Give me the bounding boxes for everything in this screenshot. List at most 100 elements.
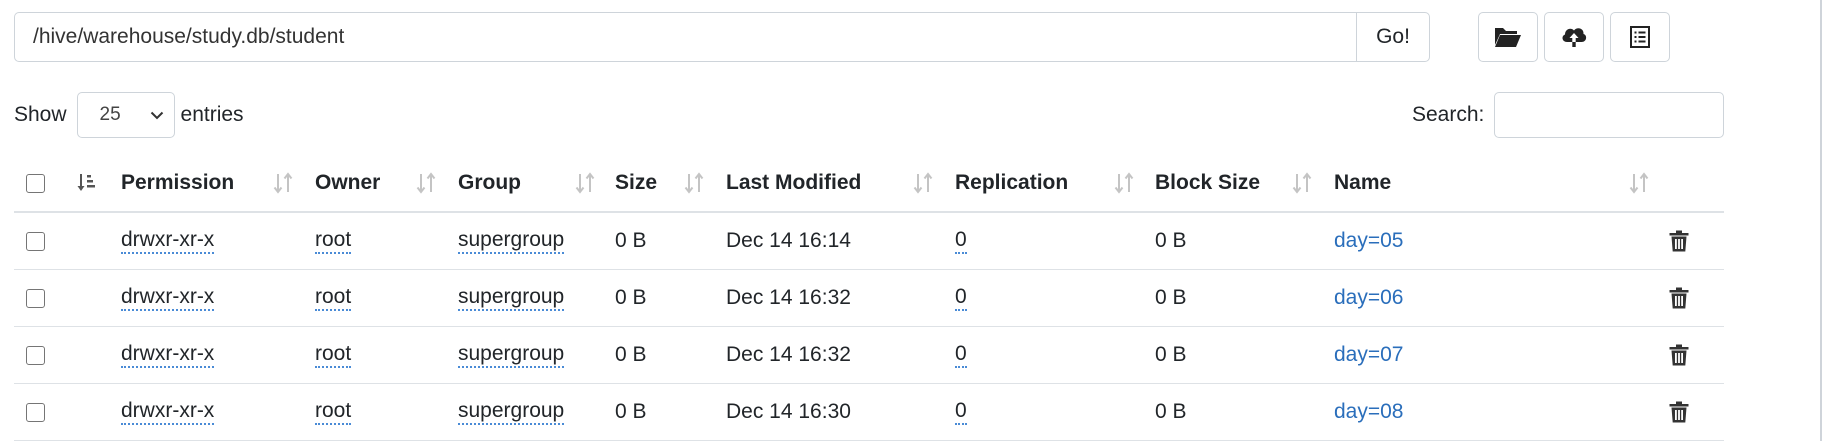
delete-cell [1669, 270, 1689, 326]
last-modified-cell: Dec 14 16:30 [726, 400, 851, 423]
directory-name-link[interactable]: day=08 [1334, 400, 1403, 424]
table-row: drwxr-xr-x root supergroup 0 B Dec 14 16… [14, 327, 1724, 384]
sort-both-icon [1292, 172, 1312, 194]
sort-icon[interactable] [574, 155, 596, 211]
sort-icon[interactable] [272, 155, 294, 211]
replication-link[interactable]: 0 [955, 228, 967, 254]
sort-icon[interactable] [1628, 155, 1650, 211]
row-checkbox-cell [26, 213, 45, 269]
column-header-owner[interactable]: Owner [315, 155, 380, 211]
block-size-cell: 0 B [1155, 229, 1187, 252]
owner-cell: root [315, 384, 352, 440]
owner-link[interactable]: root [315, 285, 352, 311]
permission-cell: drwxr-xr-x [121, 213, 215, 269]
trash-icon[interactable] [1669, 230, 1689, 252]
permission-link[interactable]: drwxr-xr-x [121, 285, 215, 311]
entries-select[interactable]: 25 [76, 92, 175, 138]
trash-icon[interactable] [1669, 287, 1689, 309]
select-all-checkbox[interactable] [26, 173, 45, 193]
search-input[interactable] [1494, 92, 1725, 138]
sort-icon[interactable] [683, 155, 705, 211]
sort-both-icon [1629, 172, 1649, 194]
create-directory-button[interactable] [1478, 12, 1538, 62]
sort-both-icon [273, 172, 293, 194]
row-checkbox[interactable] [26, 402, 45, 422]
permission-link[interactable]: drwxr-xr-x [121, 399, 215, 425]
column-header-size[interactable]: Size [615, 155, 657, 211]
replication-link[interactable]: 0 [955, 285, 967, 311]
directory-name-link[interactable]: day=06 [1334, 286, 1403, 310]
chevron-down-icon [150, 104, 164, 126]
directory-name-link[interactable]: day=07 [1334, 343, 1403, 367]
trash-icon[interactable] [1669, 344, 1689, 366]
file-table: Permission Owner Group Size Last Modifie… [14, 155, 1724, 441]
column-header-group[interactable]: Group [458, 155, 521, 211]
size-cell: 0 B [615, 286, 647, 309]
sort-icon[interactable] [1113, 155, 1135, 211]
last-modified-cell: Dec 14 16:32 [726, 286, 851, 309]
owner-link[interactable]: root [315, 342, 352, 368]
sort-both-icon [913, 172, 933, 194]
row-checkbox[interactable] [26, 345, 45, 365]
search-label: Search: [1412, 103, 1485, 126]
owner-cell: root [315, 213, 352, 269]
last-modified-cell: Dec 14 16:32 [726, 343, 851, 366]
owner-cell: root [315, 270, 352, 326]
go-button[interactable]: Go! [1356, 12, 1430, 62]
row-checkbox-cell [26, 270, 45, 326]
column-header-replication[interactable]: Replication [955, 155, 1068, 211]
column-header-permission[interactable]: Permission [121, 155, 234, 211]
table-row: drwxr-xr-x root supergroup 0 B Dec 14 16… [14, 213, 1724, 270]
delete-cell [1669, 384, 1689, 440]
table-row: drwxr-xr-x root supergroup 0 B Dec 14 16… [14, 270, 1724, 327]
permission-link[interactable]: drwxr-xr-x [121, 342, 215, 368]
owner-link[interactable]: root [315, 399, 352, 425]
cloud-upload-icon [1560, 25, 1588, 49]
replication-cell: 0 [955, 270, 967, 326]
delete-cell [1669, 213, 1689, 269]
name-cell: day=06 [1334, 270, 1403, 326]
trash-icon[interactable] [1669, 401, 1689, 423]
table-row: drwxr-xr-x root supergroup 0 B Dec 14 16… [14, 384, 1724, 441]
page-edge-divider [1820, 0, 1822, 441]
name-cell: day=07 [1334, 327, 1403, 383]
replication-link[interactable]: 0 [955, 399, 967, 425]
sort-both-icon [416, 172, 436, 194]
row-checkbox[interactable] [26, 288, 45, 308]
group-link[interactable]: supergroup [458, 228, 565, 254]
owner-link[interactable]: root [315, 228, 352, 254]
column-header-block-size[interactable]: Block Size [1155, 155, 1260, 211]
entries-label: entries [180, 103, 244, 126]
name-cell: day=05 [1334, 213, 1403, 269]
replication-link[interactable]: 0 [955, 342, 967, 368]
group-link[interactable]: supergroup [458, 342, 565, 368]
path-input[interactable] [14, 12, 1356, 62]
row-checkbox-cell [26, 384, 45, 440]
directory-name-link[interactable]: day=05 [1334, 229, 1403, 253]
size-cell: 0 B [615, 229, 647, 252]
group-link[interactable]: supergroup [458, 285, 565, 311]
table-body: drwxr-xr-x root supergroup 0 B Dec 14 16… [14, 213, 1724, 441]
cut-paste-list-button[interactable] [1610, 12, 1670, 62]
show-label: Show [14, 103, 67, 126]
group-link[interactable]: supergroup [458, 399, 565, 425]
group-cell: supergroup [458, 270, 565, 326]
block-size-cell: 0 B [1155, 286, 1187, 309]
last-modified-cell: Dec 14 16:14 [726, 229, 851, 252]
column-header-last-modified[interactable]: Last Modified [726, 155, 861, 211]
row-checkbox-cell [26, 327, 45, 383]
sort-icon-active[interactable] [76, 155, 98, 211]
upload-button[interactable] [1544, 12, 1604, 62]
row-checkbox[interactable] [26, 231, 45, 251]
sort-icon[interactable] [912, 155, 934, 211]
hdfs-browser-page: Go! [0, 0, 1823, 441]
sort-icon[interactable] [415, 155, 437, 211]
path-bar: Go! [14, 12, 1430, 62]
list-alt-icon [1628, 25, 1652, 49]
sort-icon[interactable] [1291, 155, 1313, 211]
column-header-name[interactable]: Name [1334, 155, 1391, 211]
name-cell: day=08 [1334, 384, 1403, 440]
group-cell: supergroup [458, 327, 565, 383]
permission-link[interactable]: drwxr-xr-x [121, 228, 215, 254]
sort-both-icon [1114, 172, 1134, 194]
